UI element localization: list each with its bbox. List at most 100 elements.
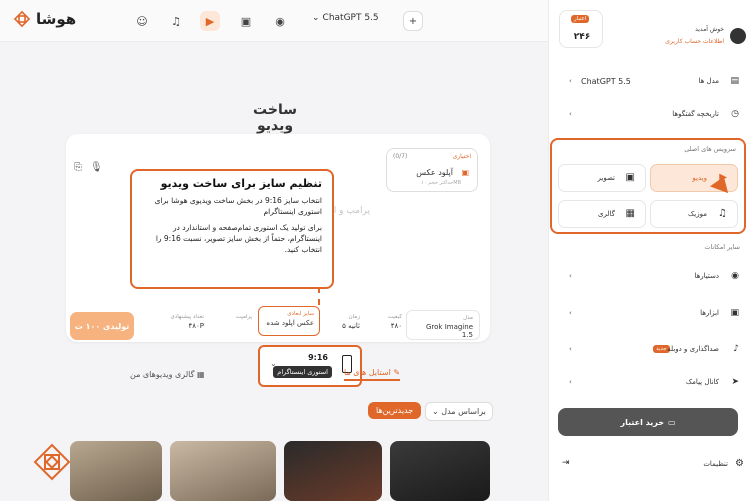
music-nav-icon[interactable]: ♫ <box>166 11 186 31</box>
upload-image-button[interactable]: اختیاری (0/7) آپلود عکس ▣ حداکثر حجم ۱۰M… <box>386 148 478 192</box>
upload-label: آپلود عکس <box>416 168 453 177</box>
count-option-value: ۴۸۰P <box>188 322 204 330</box>
size-option-label: سایز ابعادی <box>287 311 314 317</box>
chevron-down-icon: ⌄ <box>312 13 320 23</box>
service-label: تصویر <box>597 174 615 182</box>
chevron-left-icon: ‹ <box>569 77 572 85</box>
more-features-title: سایر امکانات <box>704 243 740 251</box>
gallery-tab-label: گالری ویدیوهای من <box>130 370 195 379</box>
styles-tab-label: استایل های ما <box>344 368 391 377</box>
mic-icon[interactable]: 🎙 <box>90 162 103 173</box>
service-label: ویدیو <box>692 174 707 182</box>
model-option[interactable]: مدل Grok Imagine 1.5 <box>406 310 480 340</box>
sidebar-item-label: کانال پیامک <box>685 378 719 386</box>
chevron-left-icon: ‹ <box>569 378 572 386</box>
image-nav-icon[interactable]: ▣ <box>236 11 256 31</box>
sort-select[interactable]: ⌄ براساس مدل <box>425 402 493 421</box>
prompt-helper-option[interactable]: پرامپت <box>210 310 252 340</box>
service-label: گالری <box>598 210 615 218</box>
sidebar-item-tools[interactable]: ‹ ابزارها ▣ <box>559 302 743 324</box>
chevron-down-icon: ⌄ <box>270 359 277 368</box>
size-ratio: 9:16 <box>308 353 328 362</box>
upload-limit: حداکثر حجم ۱۰MB <box>421 180 461 186</box>
chevron-down-icon: ⌄ <box>432 407 442 416</box>
count-option[interactable]: تعداد پیشنهادی ۴۸۰P <box>150 310 204 340</box>
sidebar-item-models[interactable]: ‹ ChatGPT 5.5 مدل ها ▤ <box>559 70 743 92</box>
sidebar-item-label: دستیارها <box>694 272 719 280</box>
music-icon: ♫ <box>718 208 727 219</box>
new-chat-button[interactable]: + <box>403 11 423 31</box>
chevron-left-icon: ‹ <box>569 272 572 280</box>
buy-credit-label: خرید اعتبار <box>620 417 664 427</box>
style-thumbnail[interactable] <box>390 441 490 501</box>
wallet-icon: ▭ <box>667 417 676 427</box>
image-upload-icon: ▣ <box>461 168 469 177</box>
sidebar-item-sms[interactable]: ‹ کانال پیامک ➤ <box>559 371 743 393</box>
size-tooltip: تنظیم سایز برای ساخت ویدیو انتخاب سایز 9… <box>130 169 334 289</box>
prompt-helper-label: پرامپت <box>235 314 252 320</box>
size-option[interactable]: سایز ابعادی عکس اپلود شده <box>258 306 320 336</box>
model-option-label: مدل <box>463 315 473 321</box>
style-thumbnail[interactable] <box>170 441 276 501</box>
style-thumbnail[interactable] <box>70 441 162 501</box>
service-gallery[interactable]: گالری ▦ <box>558 200 646 228</box>
settings-label: تنظیمات <box>703 460 728 468</box>
tooltip-title: تنظیم سایز برای ساخت ویدیو <box>160 177 322 190</box>
tooltip-paragraph-1: انتخاب سایز 9:16 در بخش ساخت ویدیوی هوشا… <box>154 196 322 217</box>
service-label: موزیک <box>688 210 707 218</box>
chevron-left-icon: ‹ <box>569 345 572 353</box>
generate-button[interactable]: تولیدی ۱۰۰ ت <box>70 312 134 340</box>
gallery-icon: ▦ <box>196 370 205 379</box>
sidebar-item-label: ابزارها <box>700 309 719 317</box>
service-image[interactable]: تصویر ▣ <box>558 164 646 192</box>
chat-icon[interactable]: ☺ <box>132 11 152 31</box>
collapse-sidebar-icon[interactable]: ⇥ <box>562 458 570 468</box>
account-info-link[interactable]: اطلاعات حساب کاربری <box>665 38 724 45</box>
sidebar-item-label: صداگذاری و دوبله <box>667 345 719 353</box>
newest-button[interactable]: جدیدترین‌ها <box>368 402 422 419</box>
sidebar-model-value: ChatGPT 5.5 <box>581 76 631 86</box>
page-title: ساخت ویدیو <box>253 102 297 134</box>
duration-option-label: زمان <box>348 314 360 320</box>
buy-credit-button[interactable]: خرید اعتبار ▭ <box>558 408 738 436</box>
sidebar-item-voiceover[interactable]: ‹ جدید صداگذاری و دوبله ♪ <box>559 338 743 360</box>
sidebar-item-history[interactable]: ‹ تاریخچه گفتگوها ◷ <box>559 103 743 125</box>
chevron-left-icon: ‹ <box>569 309 572 317</box>
model-option-value: Grok Imagine 1.5 <box>425 323 473 339</box>
model-selector[interactable]: ⌄ ChatGPT 5.5 <box>312 13 379 23</box>
duration-option[interactable]: زمان ۵ ثانیه <box>326 310 360 340</box>
models-icon: ▤ <box>730 76 739 86</box>
chevron-left-icon: ‹ <box>569 110 572 118</box>
service-music[interactable]: موزیک ♫ <box>650 200 738 228</box>
sidebar-item-label: تاریخچه گفتگوها <box>672 110 719 118</box>
style-thumbnail[interactable] <box>284 441 382 501</box>
tab-styles[interactable]: استایل های ما ✎ <box>344 368 401 381</box>
model-selector-label: ChatGPT 5.5 <box>322 13 379 23</box>
gear-icon: ⚙ <box>735 458 744 469</box>
credit-value: ۲۴۶ <box>573 32 591 42</box>
assistant-icon: ◉ <box>731 271 739 281</box>
size-ratio-label: استوری اینستاگرام <box>273 366 332 378</box>
quality-option-label: کیفیت <box>387 314 402 320</box>
logo-icon <box>13 10 31 28</box>
tooltip-paragraph-2: برای تولید یک استوری تمام‌صفحه و استاندا… <box>155 222 322 255</box>
gallery-icon: ▦ <box>625 208 635 219</box>
brand-pattern-icon <box>33 443 71 481</box>
logo[interactable]: هوشا <box>12 9 76 29</box>
settings-row[interactable]: ⇥ تنظیمات ⚙ <box>558 458 744 474</box>
tab-my-gallery[interactable]: گالری ویدیوهای من ▦ <box>130 370 205 379</box>
tooltip-connector <box>318 287 320 305</box>
plus-icon: + <box>408 15 418 27</box>
sidebar-item-label: مدل ها <box>698 77 719 85</box>
tools-icon: ▣ <box>730 308 739 318</box>
quality-option[interactable]: کیفیت ۴۸۰ <box>366 310 402 340</box>
bot-nav-icon[interactable]: ◉ <box>270 11 290 31</box>
logo-text: هوشا <box>36 10 77 28</box>
attach-icon[interactable]: ⎘ <box>74 162 82 173</box>
avatar[interactable] <box>730 28 746 44</box>
video-nav-icon[interactable]: ▶ <box>200 11 220 31</box>
credit-card[interactable]: اعتبار ۲۴۶ <box>559 10 603 48</box>
quality-option-value: ۴۸۰ <box>390 322 402 330</box>
welcome-text: خوش آمدید <box>695 26 724 33</box>
sidebar-item-assistants[interactable]: ‹ دستیارها ◉ <box>559 265 743 287</box>
